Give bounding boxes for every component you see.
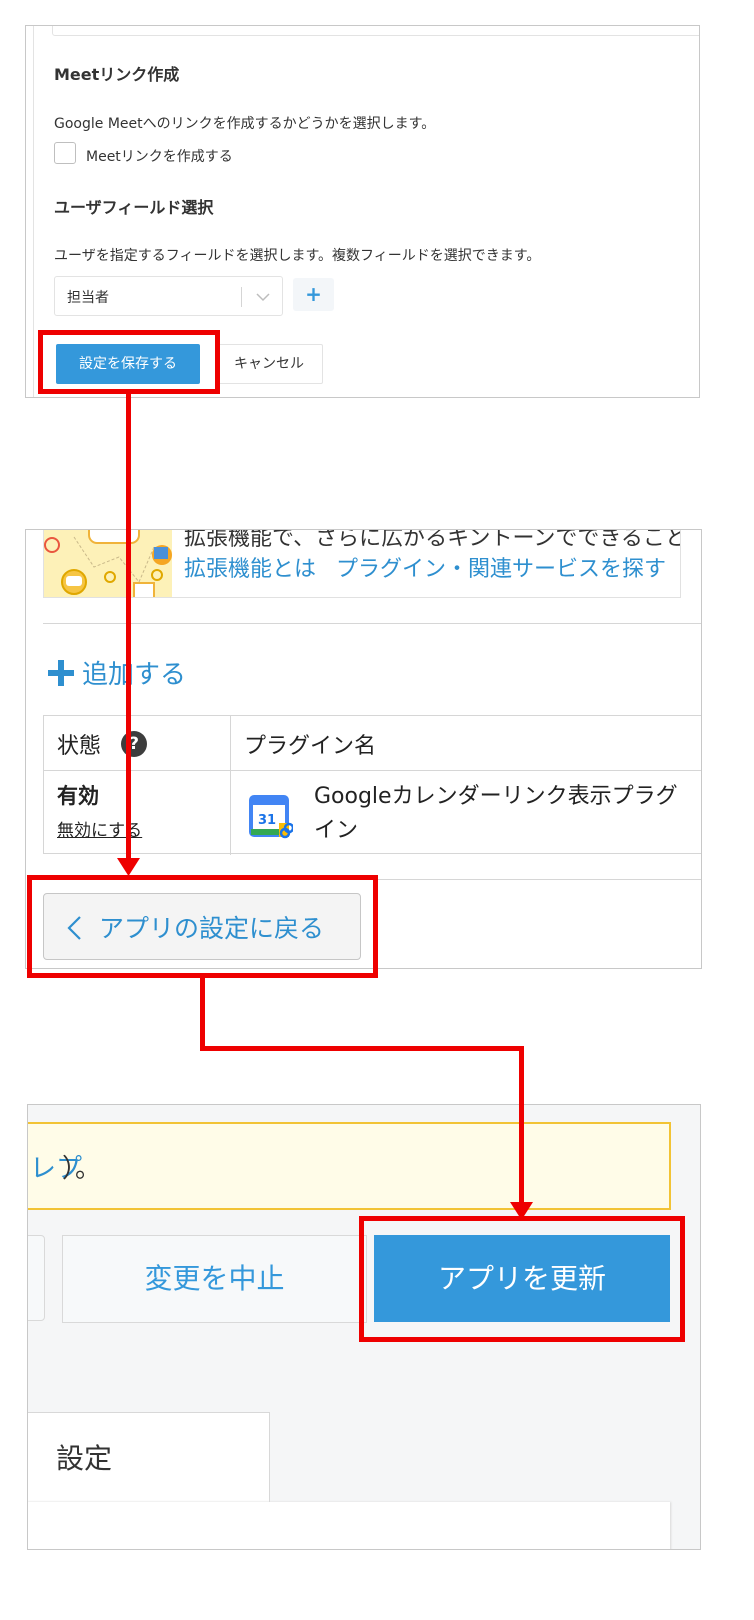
meet-section-description: Google Meetへのリンクを作成するかどうかを選択します。: [54, 116, 436, 132]
annotation-box-save: [38, 330, 220, 394]
user-field-selected-value: 担当者: [67, 290, 109, 306]
plugin-name-line1: Googleカレンダーリンク表示プラグ: [314, 784, 678, 809]
header-divider: [44, 770, 701, 771]
notice-text-end: ）。: [62, 1154, 102, 1184]
cancel-button[interactable]: キャンセル: [215, 344, 323, 384]
find-plugins-link[interactable]: プラグイン・関連サービスを探す: [336, 551, 666, 583]
extension-banner: 拡張機能で、さらに広がるキントーンでできること 拡張機能とは プラグイン・関連サ…: [43, 529, 681, 598]
plugin-name-line2: イン: [314, 818, 359, 843]
extension-illustration-icon: [44, 530, 172, 597]
annotation-arrow-line-2a: [200, 978, 205, 1051]
calendar-icon-number: 31: [258, 813, 276, 828]
tab-settings-label: 設定: [56, 1442, 113, 1475]
select-divider: [241, 287, 242, 307]
plus-icon: [48, 660, 74, 686]
discard-changes-button[interactable]: 変更を中止: [62, 1235, 367, 1323]
annotation-arrow-line-1: [126, 394, 131, 862]
meet-link-checkbox-label[interactable]: Meetリンクを作成する: [86, 146, 233, 166]
add-field-button[interactable]: +: [293, 278, 334, 311]
panel-left-border: [33, 26, 34, 397]
meet-section-title: Meetリンク作成: [54, 65, 180, 84]
column-divider: [230, 716, 231, 855]
help-icon[interactable]: ?: [121, 731, 147, 757]
user-field-section-description: ユーザを指定するフィールドを選択します。複数フィールドを選択できます。: [54, 248, 541, 264]
tab-settings[interactable]: 設定: [28, 1412, 270, 1512]
status-value: 有効: [57, 784, 99, 808]
banner-illustration: [44, 530, 172, 597]
google-calendar-icon: 31: [249, 793, 295, 841]
notice-box: レプ ）。: [28, 1122, 671, 1210]
annotation-box-update: [359, 1216, 685, 1342]
arrow-down-icon: [117, 858, 140, 876]
user-field-select[interactable]: 担当者: [54, 276, 283, 316]
user-field-section-title: ユーザフィールド選択: [54, 198, 214, 217]
annotation-arrow-line-2c: [519, 1046, 524, 1206]
status-column-header: 状態: [57, 734, 102, 759]
plugin-table: 状態 ? プラグイン名 有効 無効にする 31 Googleカレンダーリンク表示…: [43, 715, 701, 855]
banner-headline: 拡張機能で、さらに広がるキントーンでできること: [184, 529, 681, 551]
about-extensions-link[interactable]: 拡張機能とは: [184, 551, 316, 583]
section-divider: [43, 623, 701, 624]
plugin-name-column-header: プラグイン名: [244, 734, 377, 759]
meet-link-checkbox[interactable]: [54, 142, 76, 164]
partial-button[interactable]: [28, 1235, 45, 1321]
annotation-box-back: [27, 875, 378, 978]
settings-content-area: [28, 1502, 670, 1549]
chevron-down-icon: [256, 293, 270, 302]
previous-field-box: [52, 26, 699, 36]
add-plugin-label: 追加する: [82, 660, 187, 690]
annotation-arrow-line-2b: [200, 1046, 524, 1051]
